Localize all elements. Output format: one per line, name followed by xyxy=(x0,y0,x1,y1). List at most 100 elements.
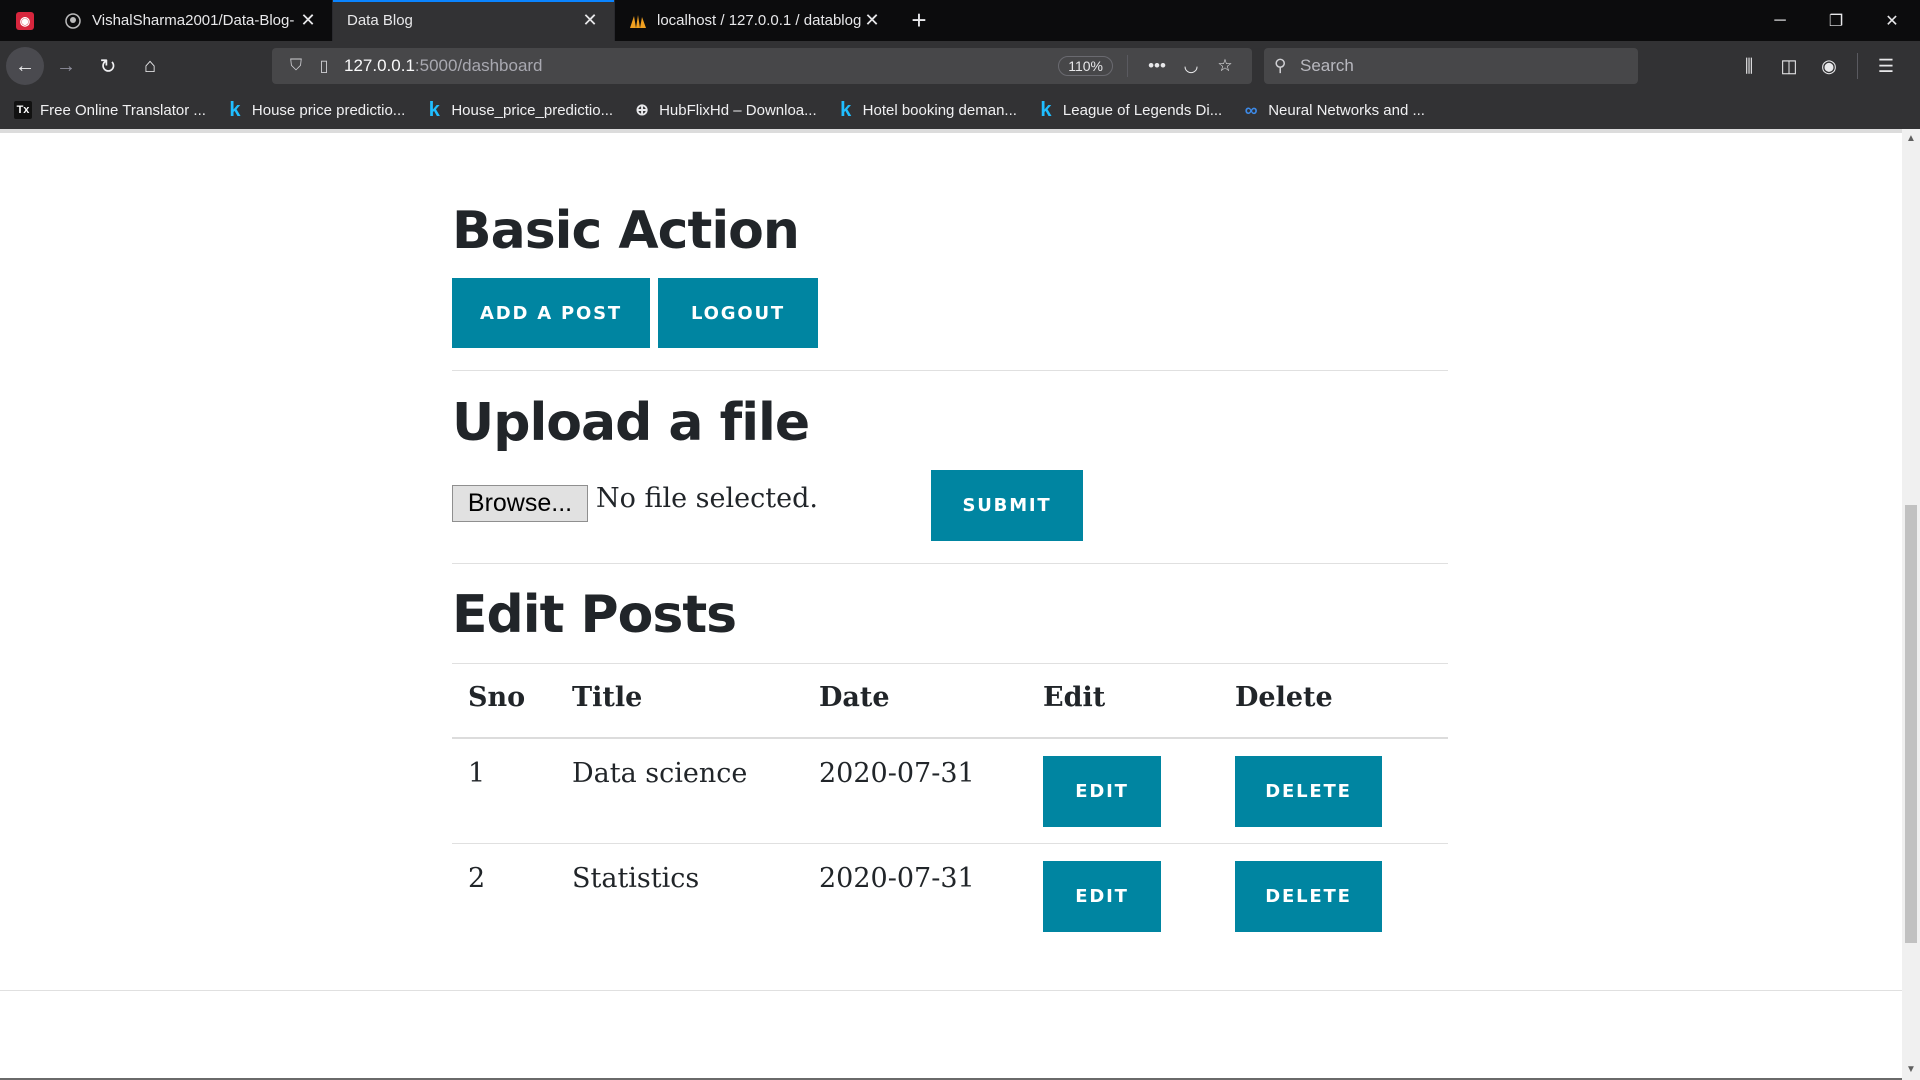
kaggle-icon: k xyxy=(428,98,440,121)
table-header-border xyxy=(452,737,1448,739)
toolbar-divider xyxy=(1857,53,1858,79)
row-divider xyxy=(452,843,1448,844)
toolbar-right: ⫼ ◫ ◉ ☰ xyxy=(1729,48,1906,84)
bookmark-item[interactable]: Tx Free Online Translator ... xyxy=(14,101,206,119)
page-info-icon[interactable]: ▯ xyxy=(310,56,338,76)
navigation-toolbar: ← → ↻ ⌂ ⛉ ▯ 127.0.0.1:5000/dashboard 110… xyxy=(0,41,1920,91)
cell-sno: 1 xyxy=(468,758,486,789)
column-header-title: Title xyxy=(572,682,643,713)
bookmark-item[interactable]: ∞ Neural Networks and ... xyxy=(1242,99,1425,120)
bookmark-item[interactable]: ⊕ HubFlixHd – Downloa... xyxy=(633,101,817,120)
home-icon[interactable]: ⌂ xyxy=(130,46,170,86)
delete-post-button[interactable]: DELETE xyxy=(1235,861,1382,932)
column-header-sno: Sno xyxy=(468,682,526,713)
browse-button[interactable]: Browse... xyxy=(452,485,588,522)
column-header-delete: Delete xyxy=(1235,682,1333,713)
minimize-icon[interactable]: ─ xyxy=(1752,0,1808,41)
search-input[interactable]: ⚲ Search xyxy=(1264,48,1638,84)
cell-date: 2020-07-31 xyxy=(819,863,975,894)
shield-icon[interactable]: ⛉ xyxy=(282,57,310,75)
table-top-border xyxy=(452,663,1448,664)
submit-button[interactable]: SUBMIT xyxy=(931,470,1083,541)
tx-icon: Tx xyxy=(14,101,32,119)
add-post-button[interactable]: ADD A POST xyxy=(452,278,650,348)
footer-divider xyxy=(0,990,1902,991)
zoom-level-badge[interactable]: 110% xyxy=(1058,56,1113,76)
app-menu-button[interactable]: ◉ xyxy=(0,0,50,41)
hamburger-menu-icon[interactable]: ☰ xyxy=(1866,56,1906,77)
bookmark-label: Hotel booking deman... xyxy=(862,101,1017,119)
back-arrow-icon[interactable]: ← xyxy=(6,47,44,85)
bookmark-item[interactable]: k House_price_predictio... xyxy=(425,98,614,121)
page-content: Basic Action ADD A POST LOGOUT Upload a … xyxy=(0,129,1902,1080)
close-tab-icon[interactable]: ✕ xyxy=(298,10,318,31)
forward-arrow-icon[interactable]: → xyxy=(46,46,86,86)
edit-post-button[interactable]: EDIT xyxy=(1043,861,1161,932)
upload-heading: Upload a file xyxy=(452,393,810,453)
bookmark-item[interactable]: k House price predictio... xyxy=(226,98,406,121)
sidebar-icon[interactable]: ◫ xyxy=(1769,56,1809,77)
account-icon[interactable]: ◉ xyxy=(1809,56,1849,77)
scrollbar-thumb[interactable] xyxy=(1905,505,1917,943)
tab-data-blog[interactable]: Data Blog ✕ xyxy=(332,0,614,41)
tab-phpmyadmin[interactable]: localhost / 127.0.0.1 / datablog ✕ xyxy=(614,0,896,41)
bookmark-item[interactable]: k League of Legends Di... xyxy=(1037,98,1223,121)
tab-title: localhost / 127.0.0.1 / datablog xyxy=(657,12,862,29)
page-actions-icon[interactable]: ••• xyxy=(1140,56,1174,76)
cell-title: Statistics xyxy=(572,863,700,894)
page-scrollbar[interactable]: ▲ ▼ xyxy=(1902,129,1920,1080)
column-header-edit: Edit xyxy=(1043,682,1106,713)
bookmark-label: Neural Networks and ... xyxy=(1268,101,1425,119)
search-placeholder: Search xyxy=(1300,56,1354,75)
delete-post-button[interactable]: DELETE xyxy=(1235,756,1382,827)
header-image-edge xyxy=(0,129,1902,133)
column-header-date: Date xyxy=(819,682,890,713)
close-window-icon[interactable]: ✕ xyxy=(1864,0,1920,41)
cell-title: Data science xyxy=(572,758,748,789)
url-bar[interactable]: ⛉ ▯ 127.0.0.1:5000/dashboard 110% ••• ◡ … xyxy=(272,48,1252,84)
section-divider xyxy=(452,370,1448,371)
phpmyadmin-icon xyxy=(629,12,647,30)
tab-title: Data Blog xyxy=(347,12,413,29)
basic-action-heading: Basic Action xyxy=(452,201,800,261)
no-file-selected-text: No file selected. xyxy=(596,483,818,514)
bookmark-label: HubFlixHd – Downloa... xyxy=(659,101,817,119)
bookmark-label: Free Online Translator ... xyxy=(40,101,206,119)
reload-icon[interactable]: ↻ xyxy=(88,46,128,86)
close-tab-icon[interactable]: ✕ xyxy=(580,10,600,31)
bookmark-item[interactable]: k Hotel booking deman... xyxy=(837,98,1017,121)
tab-title: VishalSharma2001/Data-Blog- xyxy=(92,12,295,29)
kaggle-icon: k xyxy=(1040,98,1052,121)
scroll-down-icon[interactable]: ▼ xyxy=(1902,1060,1920,1078)
restore-icon[interactable]: ❐ xyxy=(1808,0,1864,41)
tab-strip: ◉ VishalSharma2001/Data-Blog- ✕ Data Blo… xyxy=(0,0,1920,41)
url-bar-divider xyxy=(1127,55,1128,77)
app-logo-icon: ◉ xyxy=(16,11,34,30)
window-controls: ─ ❐ ✕ xyxy=(1752,0,1920,41)
pocket-icon[interactable]: ◡ xyxy=(1174,56,1208,76)
bookmark-star-icon[interactable]: ☆ xyxy=(1208,56,1242,76)
kaggle-icon: k xyxy=(229,98,241,121)
new-tab-icon[interactable]: + xyxy=(896,0,942,41)
infinity-icon: ∞ xyxy=(1244,99,1258,120)
kaggle-icon: k xyxy=(840,98,852,121)
edit-posts-heading: Edit Posts xyxy=(452,585,737,645)
github-icon xyxy=(64,12,82,30)
search-icon: ⚲ xyxy=(1274,56,1287,75)
cell-date: 2020-07-31 xyxy=(819,758,975,789)
bookmark-label: House price predictio... xyxy=(251,101,406,119)
tab-github[interactable]: VishalSharma2001/Data-Blog- ✕ xyxy=(50,0,332,41)
globe-icon: ⊕ xyxy=(635,102,649,119)
edit-post-button[interactable]: EDIT xyxy=(1043,756,1161,827)
logout-button[interactable]: LOGOUT xyxy=(658,278,818,348)
bookmark-label: League of Legends Di... xyxy=(1062,101,1223,119)
bookmark-label: House_price_predictio... xyxy=(451,101,614,119)
bookmarks-toolbar: Tx Free Online Translator ... k House pr… xyxy=(0,91,1920,129)
cell-sno: 2 xyxy=(468,863,486,894)
url-path: :5000/dashboard xyxy=(414,56,543,75)
section-divider xyxy=(452,563,1448,564)
scroll-up-icon[interactable]: ▲ xyxy=(1902,129,1920,147)
library-icon[interactable]: ⫼ xyxy=(1729,56,1769,77)
close-tab-icon[interactable]: ✕ xyxy=(862,10,882,31)
url-host: 127.0.0.1 xyxy=(344,56,415,75)
